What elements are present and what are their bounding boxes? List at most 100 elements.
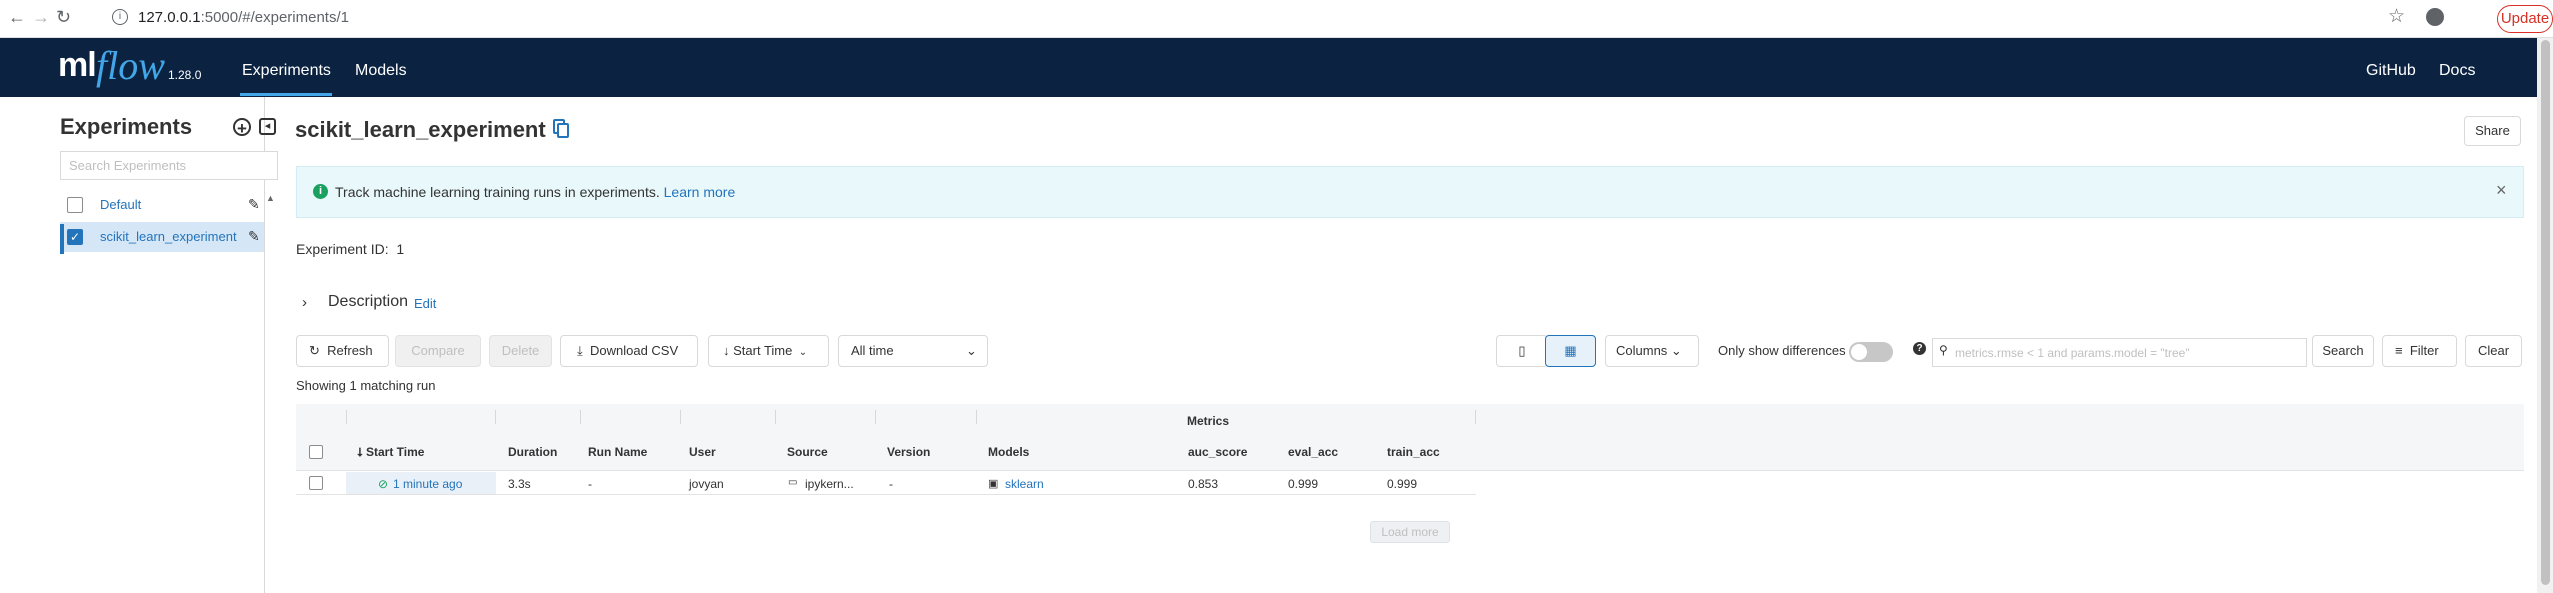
page-scrollbar-thumb[interactable] <box>2541 40 2550 585</box>
edit-pencil-icon[interactable]: ✎ <box>248 196 260 213</box>
model-icon: ▣ <box>988 478 999 490</box>
url-path: :5000/#/experiments/1 <box>200 9 349 26</box>
toggle-knob[interactable] <box>1851 344 1867 360</box>
description-label[interactable]: Description <box>328 293 408 311</box>
grid-view-icon: ▦ <box>1564 343 1577 358</box>
copy-icon-front[interactable] <box>557 123 569 138</box>
row-run-name: - <box>588 477 592 491</box>
logo-ml[interactable]: ml <box>58 46 97 85</box>
column-header-eval-acc[interactable]: eval_acc <box>1288 445 1338 459</box>
experiment-checkbox[interactable] <box>67 197 83 213</box>
chevron-down-icon: ⌄ <box>796 347 808 358</box>
sort-label: Start Time <box>733 343 793 358</box>
site-info-icon[interactable]: i <box>112 9 128 25</box>
table-header-divider <box>296 470 2524 471</box>
grid-view-button[interactable]: ▦ <box>1545 335 1596 367</box>
close-icon[interactable]: × <box>2496 180 2507 201</box>
learn-more-link[interactable]: Learn more <box>664 184 736 200</box>
edit-pencil-icon[interactable]: ✎ <box>248 228 260 245</box>
download-icon: ⤓ <box>577 343 583 358</box>
sort-select[interactable]: ↓ Start Time ⌄ <box>708 335 829 367</box>
row-source[interactable]: ipykern... <box>805 477 854 491</box>
sort-arrow-icon: ↓ <box>723 343 730 358</box>
sidebar-item-scikit-learn-experiment[interactable]: ✓ scikit_learn_experiment ✎ <box>60 222 264 252</box>
forward-arrow-icon[interactable]: → <box>32 7 50 28</box>
search-experiments-input[interactable] <box>60 151 278 180</box>
columns-select[interactable]: Columns ⌄ <box>1605 335 1699 367</box>
reload-icon[interactable]: ↻ <box>56 7 71 28</box>
metrics-group-header: Metrics <box>1187 414 1230 428</box>
experiment-label[interactable]: scikit_learn_experiment <box>100 229 237 244</box>
column-header-user[interactable]: User <box>689 445 716 459</box>
filter-button[interactable]: ≡ Filter <box>2382 335 2457 367</box>
row-version: - <box>889 477 893 491</box>
experiment-title: scikit_learn_experiment <box>295 117 546 142</box>
back-arrow-icon[interactable]: ← <box>8 7 26 28</box>
logo-flow[interactable]: flow <box>96 42 165 89</box>
nav-models[interactable]: Models <box>355 62 407 80</box>
banner-message: Track machine learning training runs in … <box>335 184 735 200</box>
search-button[interactable]: Search <box>2312 335 2374 367</box>
column-separator <box>875 410 876 424</box>
nav-experiments[interactable]: Experiments <box>242 62 331 80</box>
download-csv-label: Download CSV <box>589 343 679 358</box>
nav-github[interactable]: GitHub <box>2366 62 2416 80</box>
chevron-right-icon[interactable]: › <box>302 294 307 311</box>
share-button[interactable]: Share <box>2464 116 2521 146</box>
time-range-select[interactable]: All time ⌄ <box>838 335 988 367</box>
chevron-down-icon: ⌄ <box>1670 343 1682 358</box>
row-auc-score: 0.853 <box>1188 477 1219 491</box>
banner-text: Track machine learning training runs in … <box>335 184 660 200</box>
nav-active-indicator <box>240 93 332 96</box>
description-edit-link[interactable]: Edit <box>414 296 436 311</box>
refresh-label: Refresh <box>327 343 373 358</box>
row-eval-acc: 0.999 <box>1288 477 1319 491</box>
version-label: 1.28.0 <box>168 68 202 82</box>
sidebar-scroll-up-icon[interactable]: ▲ <box>266 193 275 203</box>
search-icon: ⚲ <box>1939 343 1948 357</box>
download-csv-button[interactable]: ⤓ Download CSV <box>560 335 698 367</box>
delete-button[interactable]: Delete <box>489 335 552 367</box>
column-header-models[interactable]: Models <box>988 445 1029 459</box>
column-header-run-name[interactable]: Run Name <box>588 445 647 459</box>
column-header-train-acc[interactable]: train_acc <box>1387 445 1440 459</box>
chevron-down-icon: ⌄ <box>966 343 977 358</box>
row-start-time-link[interactable]: 1 minute ago <box>393 477 462 491</box>
experiment-label[interactable]: Default <box>100 197 141 212</box>
row-model-link[interactable]: sklearn <box>1005 477 1044 491</box>
compare-button[interactable]: Compare <box>395 335 481 367</box>
select-all-checkbox[interactable] <box>309 445 323 459</box>
row-train-acc: 0.999 <box>1387 477 1418 491</box>
bookmark-star-icon[interactable]: ☆ <box>2388 5 2405 28</box>
column-separator <box>1475 410 1476 424</box>
collapse-sidebar-icon[interactable]: ◂ <box>259 118 276 135</box>
load-more-button[interactable]: Load more <box>1370 521 1450 543</box>
column-header-version[interactable]: Version <box>887 445 930 459</box>
column-header-source[interactable]: Source <box>787 445 828 459</box>
clear-button[interactable]: Clear <box>2465 335 2522 367</box>
column-separator <box>680 410 681 424</box>
row-user: jovyan <box>689 477 724 491</box>
sidebar-item-default[interactable]: Default ✎ <box>60 190 264 220</box>
column-separator <box>495 410 496 424</box>
column-header-auc-score[interactable]: auc_score <box>1188 445 1247 459</box>
column-separator <box>346 410 347 424</box>
column-header-start-time[interactable]: ⭣ Start Time <box>357 445 424 460</box>
row-divider <box>296 494 1476 495</box>
refresh-button[interactable]: ↻ Refresh <box>296 335 389 367</box>
browser-toolbar <box>0 0 2553 38</box>
search-runs-input[interactable] <box>1932 338 2307 367</box>
column-header-duration[interactable]: Duration <box>508 445 557 459</box>
time-range-label: All time <box>851 343 894 358</box>
update-label: Update <box>2500 10 2550 27</box>
address-bar[interactable]: 127.0.0.1:5000/#/experiments/1 <box>138 9 349 26</box>
row-checkbox[interactable] <box>309 476 323 490</box>
filter-icon: ≡ <box>2395 343 2403 358</box>
compact-view-button[interactable]: ▯ <box>1496 335 1548 367</box>
help-icon[interactable]: ? <box>1913 342 1926 355</box>
nav-docs[interactable]: Docs <box>2439 62 2475 80</box>
update-button[interactable]: Update ⋮ <box>2497 5 2553 53</box>
experiment-checkbox[interactable]: ✓ <box>67 229 83 245</box>
profile-avatar-icon[interactable] <box>2426 8 2444 26</box>
add-experiment-icon[interactable]: + <box>233 118 251 137</box>
